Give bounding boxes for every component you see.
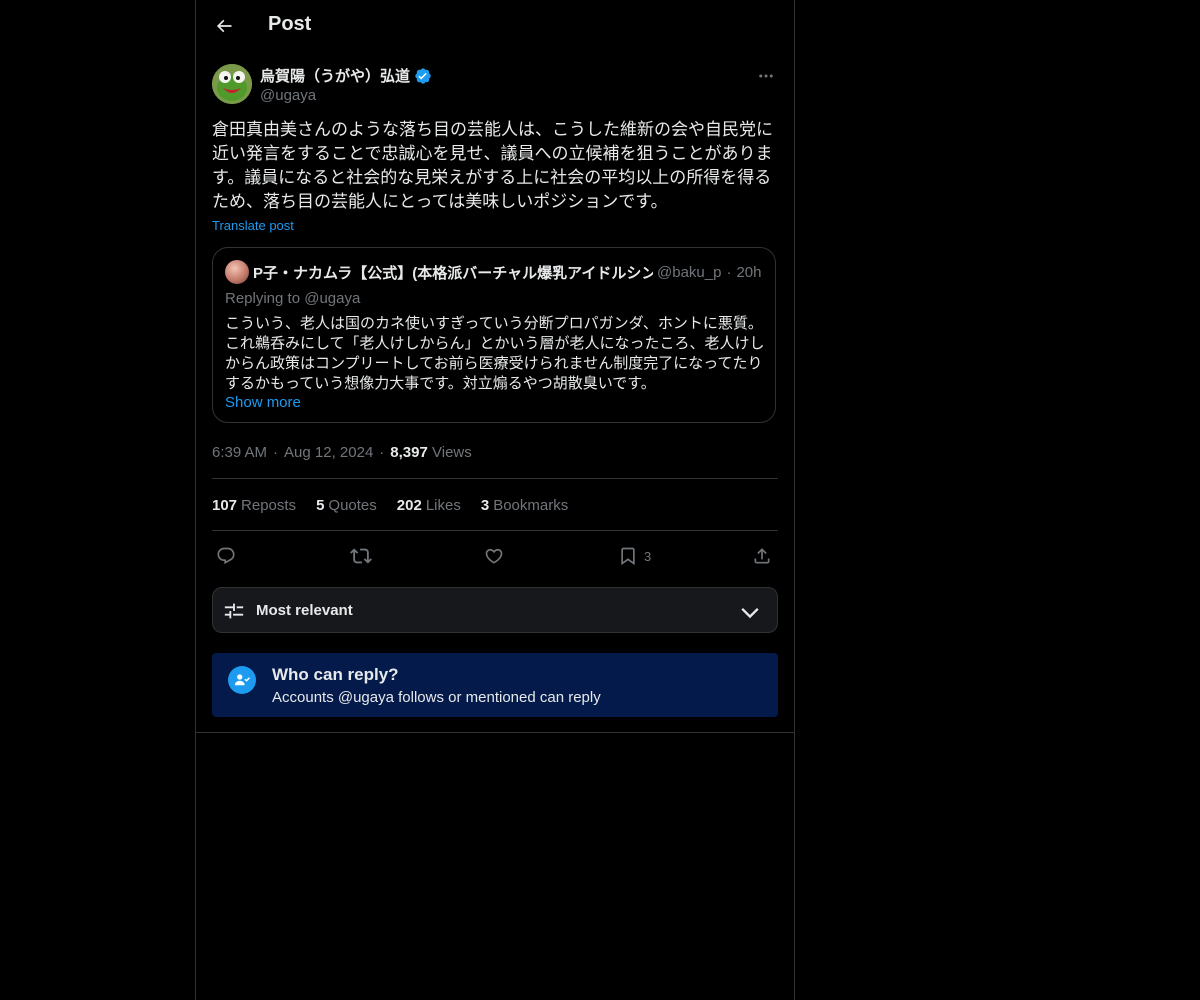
- bookmarks-count: 3: [480, 497, 490, 514]
- chevron-down-icon: [741, 607, 759, 619]
- quoted-post[interactable]: P子・ナカムラ【公式】(本格派バーチャル爆乳アイドルシン @baku_p · 2…: [212, 247, 776, 423]
- post-meta: 6:39 AM · Aug 12, 2024 · 8,397 Views: [212, 444, 472, 461]
- more-options-button[interactable]: [754, 64, 778, 88]
- author-name-text: 烏賀陽（うがや）弘道: [260, 68, 411, 85]
- sort-label: Most relevant: [256, 602, 353, 619]
- section-divider: [196, 732, 794, 733]
- repost-icon: [350, 548, 372, 564]
- views-label: Views: [432, 444, 472, 461]
- meta-separator: ·: [379, 444, 385, 461]
- author-name[interactable]: 烏賀陽（うがや）弘道: [260, 65, 432, 86]
- reposts-count: 107: [212, 497, 238, 514]
- back-arrow-icon: [216, 19, 232, 33]
- reposts-label: Reposts: [241, 497, 297, 514]
- who-can-reply-description: Accounts @ugaya follows or mentioned can…: [272, 689, 601, 706]
- page-title: Post: [268, 13, 312, 35]
- repost-button[interactable]: [350, 542, 372, 570]
- bookmarks-label: Bookmarks: [493, 497, 569, 514]
- reposts-stat[interactable]: 107 Reposts: [212, 497, 296, 514]
- who-can-reply-title: Who can reply?: [272, 665, 399, 684]
- post-time[interactable]: 6:39 AM: [212, 444, 267, 461]
- likes-label: Likes: [425, 497, 461, 514]
- engagement-stats: 107 Reposts 5 Quotes 202 Likes 3 Bookmarks: [212, 497, 588, 514]
- replying-to-label: Replying to @ugaya: [225, 290, 361, 307]
- main-column: Post 烏賀陽（うがや）弘道 @ugaya 倉田真由美さんのような落ち目の芸能…: [195, 0, 795, 1000]
- reply-icon: [217, 547, 235, 565]
- quotes-label: Quotes: [328, 497, 377, 514]
- likes-stat[interactable]: 202 Likes: [397, 497, 461, 514]
- quoted-author-name: P子・ナカムラ【公式】(本格派バーチャル爆乳アイドルシン: [253, 265, 653, 282]
- quoted-author-avatar: [225, 260, 249, 284]
- share-button[interactable]: [752, 542, 772, 570]
- quoted-author-handle: @baku_p: [657, 264, 722, 281]
- back-button[interactable]: [208, 10, 240, 42]
- sort-replies-dropdown[interactable]: Most relevant: [212, 587, 778, 633]
- quotes-count: 5: [316, 497, 325, 514]
- quotes-stat[interactable]: 5 Quotes: [316, 497, 377, 514]
- action-bar: 3: [212, 542, 778, 570]
- like-button[interactable]: [484, 542, 504, 570]
- divider: [212, 478, 778, 479]
- quoted-post-text: こういう、老人は国のカネ使いすぎっていう分断プロパガンダ、ホントに悪質。これ鵜呑…: [225, 315, 765, 392]
- post-text: 倉田真由美さんのような落ち目の芸能人は、こうした維新の会や自民党に近い発言をする…: [212, 120, 773, 211]
- bookmarks-stat[interactable]: 3 Bookmarks: [481, 497, 568, 514]
- author-handle[interactable]: @ugaya: [260, 87, 316, 104]
- frog-avatar-icon: [212, 64, 252, 104]
- author-avatar[interactable]: [212, 64, 252, 104]
- bookmark-button[interactable]: 3: [618, 542, 651, 570]
- translate-post-link[interactable]: Translate post: [212, 218, 294, 233]
- post-date[interactable]: Aug 12, 2024: [284, 444, 373, 461]
- page-header: Post: [196, 0, 794, 53]
- show-more-link[interactable]: Show more: [225, 394, 301, 411]
- more-dots-icon: [759, 74, 773, 78]
- reply-button[interactable]: [216, 542, 236, 570]
- verified-badge-icon: [414, 67, 432, 85]
- bookmark-count: 3: [644, 548, 652, 564]
- like-icon: [485, 548, 503, 564]
- quoted-post-time: 20h: [736, 264, 762, 281]
- mention-user-icon: [228, 666, 256, 694]
- share-icon: [754, 548, 770, 564]
- who-can-reply-notice: Who can reply? Accounts @ugaya follows o…: [212, 653, 778, 717]
- separator-dot: ·: [726, 264, 732, 281]
- bookmark-icon: [621, 547, 635, 566]
- views-count: 8,397: [390, 444, 428, 461]
- divider: [212, 530, 778, 531]
- likes-count: 202: [396, 497, 422, 514]
- sliders-icon: [224, 603, 244, 619]
- quoted-post-header: P子・ナカムラ【公式】(本格派バーチャル爆乳アイドルシン @baku_p · 2…: [253, 262, 765, 283]
- meta-separator: ·: [273, 444, 279, 461]
